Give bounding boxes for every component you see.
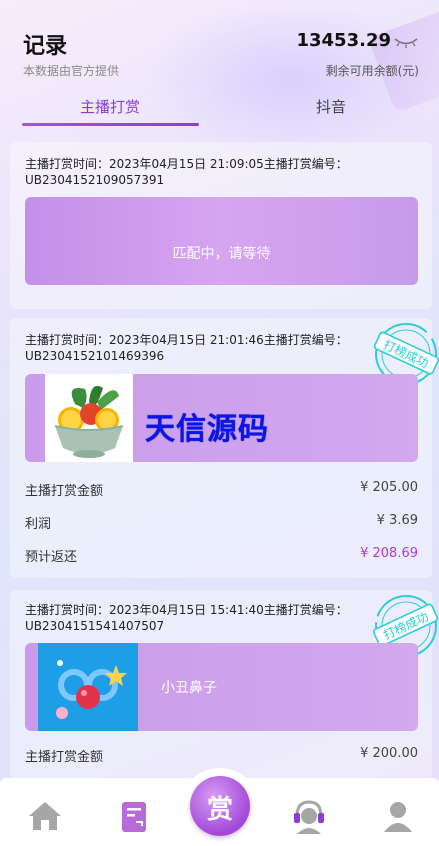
status-text: 匹配中，请等待 [172, 246, 271, 262]
return-row: 预计返还 ¥ 208.69 [25, 546, 418, 566]
record-meta: 主播打赏时间：2023年04月15日 21:01:46主播打赏编号： UB230… [25, 332, 405, 364]
item-name: 小丑鼻子 [161, 680, 217, 696]
stamp-text: 打榜成功 [381, 609, 431, 643]
record-icon[interactable] [114, 796, 154, 836]
tab-douyin[interactable]: 抖音 [316, 96, 346, 117]
item-panel: 天信源码 [25, 374, 418, 462]
user-icon[interactable] [378, 796, 418, 836]
record-card: 主播打赏时间：2023年04月15日 21:01:46主播打赏编号： UB230… [10, 318, 439, 578]
profit-row: 利润 ¥ 3.69 [25, 513, 418, 533]
record-number: UB2304152101469396 [25, 349, 165, 363]
row-value: ¥ 200.00 [360, 746, 418, 761]
record-meta: 主播打赏时间：2023年04月15日 21:09:05主播打赏编号： UB230… [25, 156, 405, 188]
stamp-text: 打榜成功 [381, 337, 431, 371]
customer-service-icon[interactable] [289, 796, 329, 836]
record-card: 主播打赏时间：2023年04月15日 15:41:40主播打赏编号： UB230… [10, 590, 439, 780]
page-title: 记录 [23, 34, 68, 59]
record-card: 主播打赏时间：2023年04月15日 21:09:05主播打赏编号： UB230… [10, 142, 432, 309]
row-value: ¥ 3.69 [376, 513, 418, 528]
record-meta: 主播打赏时间：2023年04月15日 15:41:40主播打赏编号： UB230… [25, 602, 405, 634]
eye-closed-icon[interactable] [393, 35, 419, 49]
balance-amount: 13453.29 [296, 30, 391, 51]
row-value: ¥ 208.69 [360, 546, 418, 561]
record-number: UB2304152109057391 [25, 173, 165, 187]
row-label: 预计返还 [25, 550, 78, 565]
home-icon[interactable] [25, 796, 65, 836]
page-subtitle: 本数据由官方提供 [23, 64, 120, 78]
item-panel: 小丑鼻子 [25, 643, 418, 731]
status-panel: 匹配中，请等待 [25, 197, 418, 285]
clown-nose-image [38, 643, 138, 731]
row-value: ¥ 205.00 [360, 480, 418, 495]
record-time: 主播打赏时间：2023年04月15日 21:09:05主播打赏编号： [25, 157, 348, 171]
record-time: 主播打赏时间：2023年04月15日 15:41:40主播打赏编号： [25, 603, 348, 617]
row-label: 利润 [25, 517, 52, 532]
tab-anchor-reward[interactable]: 主播打赏 [80, 96, 140, 117]
tab-bar: 主播打赏 抖音 [0, 92, 439, 128]
record-number: UB2304151541407507 [25, 619, 165, 633]
active-tab-indicator [22, 123, 199, 126]
row-label: 主播打赏金额 [25, 750, 104, 765]
fruit-bowl-image [45, 374, 133, 462]
reward-button-label: 赏 [206, 795, 233, 825]
amount-row: 主播打赏金额 ¥ 205.00 [25, 480, 418, 500]
amount-row: 主播打赏金额 ¥ 200.00 [25, 746, 418, 766]
reward-button[interactable]: 赏 [190, 776, 250, 836]
watermark-text: 天信源码 [145, 412, 269, 447]
row-label: 主播打赏金额 [25, 484, 104, 499]
record-time: 主播打赏时间：2023年04月15日 21:01:46主播打赏编号： [25, 333, 348, 347]
balance-label: 剩余可用余额(元) [325, 64, 419, 78]
